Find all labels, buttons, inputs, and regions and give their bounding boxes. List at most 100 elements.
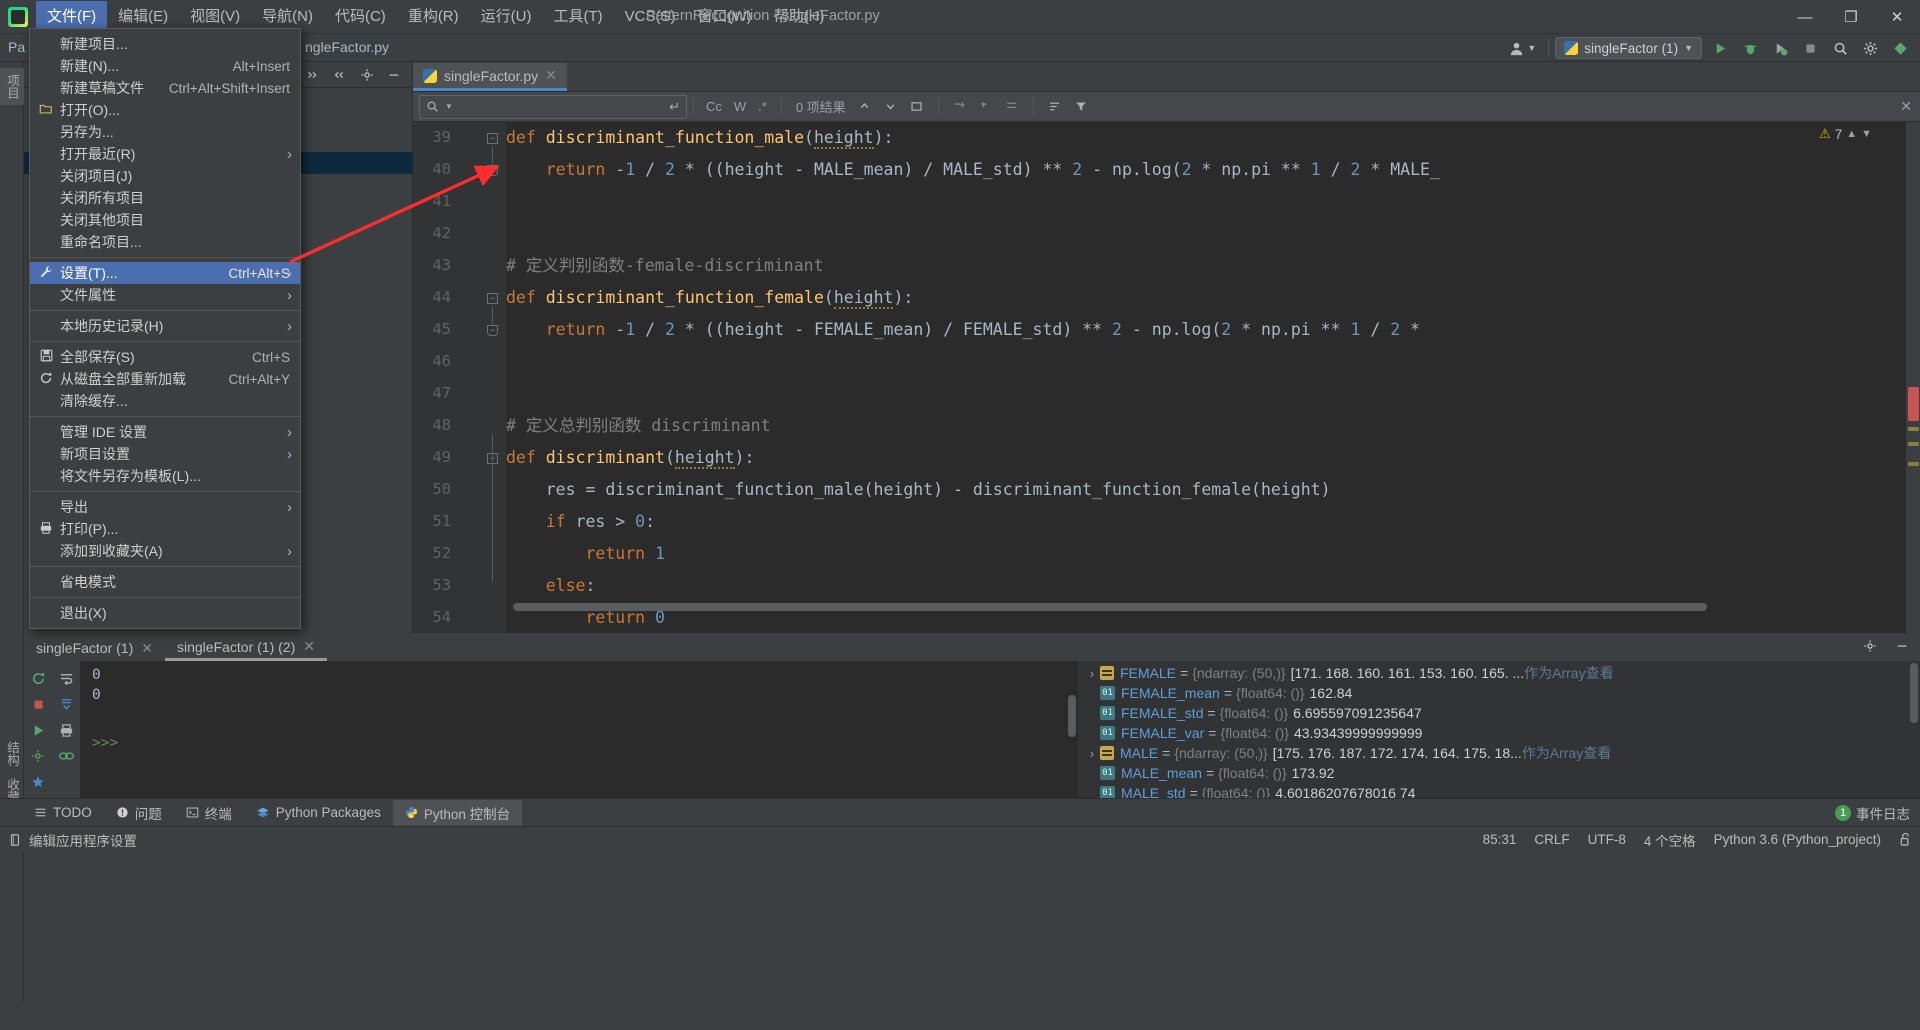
variable-row[interactable]: 01MALE_mean={float64: ()}173.92 [1078, 763, 1920, 783]
minimize-button[interactable]: — [1782, 0, 1828, 34]
file-menu-item-21[interactable]: 新项目设置› [30, 443, 300, 465]
collapse-all-icon[interactable] [328, 64, 352, 86]
variable-row[interactable]: 01FEMALE_var={float64: ()}43.93439999999… [1078, 723, 1920, 743]
chevron-right-icon[interactable]: › [1084, 746, 1100, 761]
console-output[interactable]: 00>>> [80, 661, 1078, 798]
code-line-39[interactable]: def discriminant_function_male(height): [506, 128, 893, 148]
code-line-43[interactable]: # 定义判别函数-female-discriminant [506, 256, 824, 276]
python-interpreter[interactable]: Python 3.6 (Python_project) [1714, 832, 1881, 847]
left-strip-tab-0[interactable]: 项目 [0, 68, 25, 105]
whole-words-toggle[interactable]: W [728, 99, 752, 114]
variable-row[interactable]: 01MALE_std={float64: ()}4.60186207678016… [1078, 783, 1920, 798]
variable-row[interactable]: ›MALE={ndarray: (50,)}[175. 176. 187. 17… [1078, 743, 1920, 763]
code-line-40[interactable]: return -1 / 2 * ((height - MALE_mean) / … [506, 160, 1440, 180]
execute-icon[interactable] [24, 717, 52, 743]
file-menu-item-6[interactable]: 关闭项目(J) [30, 165, 300, 187]
hide-panel-icon[interactable] [382, 64, 406, 86]
debug-icon[interactable] [1738, 37, 1762, 59]
chevron-down-icon[interactable]: ▼ [445, 102, 453, 111]
editor-horizontal-scrollbar[interactable] [513, 603, 1707, 611]
code-line-49[interactable]: def discriminant(height): [506, 448, 754, 468]
chevron-right-icon[interactable]: › [1084, 666, 1100, 681]
variable-row[interactable]: 01FEMALE_mean={float64: ()}162.84 [1078, 683, 1920, 703]
link-consoles-icon[interactable] [52, 743, 80, 769]
close-button[interactable]: ✕ [1874, 0, 1920, 34]
console-tab-0[interactable]: singleFactor (1)✕ [24, 635, 165, 661]
file-menu-item-20[interactable]: 管理 IDE 设置› [30, 421, 300, 443]
scroll-to-end-icon[interactable] [52, 691, 80, 717]
file-menu-item-14[interactable]: 本地历史记录(H)› [30, 315, 300, 337]
regex-toggle[interactable]: .* [752, 99, 773, 114]
close-find-icon[interactable]: ✕ [1900, 98, 1912, 115]
file-menu-item-8[interactable]: 关闭其他项目 [30, 209, 300, 231]
fold-collapse-icon[interactable]: − [487, 293, 498, 304]
lock-open-icon[interactable] [1899, 832, 1912, 847]
variable-row[interactable]: 01FEMALE_std={float64: ()}6.695597091235… [1078, 703, 1920, 723]
line-separator[interactable]: CRLF [1534, 832, 1569, 847]
file-menu-item-28[interactable]: 省电模式 [30, 571, 300, 593]
code-line-48[interactable]: # 定义总判别函数 discriminant [506, 416, 771, 436]
code-line-51[interactable]: if res > 0: [506, 512, 655, 532]
bottom-tab-1[interactable]: 问题 [104, 800, 174, 826]
settings-console-icon[interactable] [24, 743, 52, 769]
soft-wrap-icon[interactable] [52, 665, 80, 691]
warning-stripe-marker[interactable] [1908, 427, 1919, 431]
project-settings-gear-icon[interactable] [355, 64, 379, 86]
find-input[interactable]: ▼ ↵ [419, 95, 687, 119]
file-menu-item-30[interactable]: 退出(X) [30, 602, 300, 624]
new-line-icon[interactable]: ↵ [669, 99, 680, 115]
hide-console-icon[interactable] [1890, 635, 1914, 657]
console-output-scrollbar[interactable] [1068, 695, 1076, 737]
select-all-occurrences-icon[interactable] [904, 95, 930, 119]
bottom-tab-4[interactable]: Python 控制台 [393, 800, 522, 826]
expand-all-icon[interactable] [301, 64, 325, 86]
run-coverage-icon[interactable] [1768, 37, 1792, 59]
code-line-52[interactable]: return 1 [506, 544, 665, 564]
file-menu-dropdown[interactable]: 新建项目...新建(N)...Alt+Insert新建草稿文件Ctrl+Alt+… [29, 28, 301, 629]
file-menu-item-24[interactable]: 导出› [30, 496, 300, 518]
close-icon[interactable]: ✕ [303, 638, 315, 655]
menu-5[interactable]: 重构(R) [397, 1, 470, 33]
stop-console-icon[interactable] [24, 691, 52, 717]
code-line-45[interactable]: return -1 / 2 * ((height - FEMALE_mean) … [506, 320, 1430, 340]
menu-6[interactable]: 运行(U) [470, 1, 543, 33]
file-encoding[interactable]: UTF-8 [1588, 832, 1626, 847]
variable-view-as-array-link[interactable]: 作为Array查看 [1524, 663, 1613, 683]
chevron-up-icon[interactable]: ▲ [1846, 128, 1857, 140]
file-menu-item-16[interactable]: 全部保存(S)Ctrl+S [30, 346, 300, 368]
file-menu-item-18[interactable]: 清除缓存... [30, 390, 300, 412]
file-menu-item-3[interactable]: 打开(O)... [30, 99, 300, 121]
stop-icon[interactable] [1798, 37, 1822, 59]
file-menu-item-17[interactable]: 从磁盘全部重新加载Ctrl+Alt+Y [30, 368, 300, 390]
code-line-54[interactable]: return 0 [506, 608, 665, 628]
variable-row[interactable]: ›FEMALE={ndarray: (50,)}[171. 168. 160. … [1078, 663, 1920, 683]
code-line-44[interactable]: def discriminant_function_female(height)… [506, 288, 913, 308]
warning-stripe-marker[interactable] [1908, 462, 1919, 466]
code-line-50[interactable]: res = discriminant_function_male(height)… [506, 480, 1331, 500]
plugin-icon[interactable] [1888, 37, 1912, 59]
print-console-icon[interactable] [52, 717, 80, 743]
search-everywhere-icon[interactable] [1828, 37, 1852, 59]
user-account-button[interactable]: ▼ [1503, 41, 1542, 56]
bottom-tab-0[interactable]: TODO [22, 802, 104, 823]
file-menu-item-4[interactable]: 另存为... [30, 121, 300, 143]
caret-position[interactable]: 85:31 [1483, 832, 1517, 847]
chevron-down-icon[interactable]: ▼ [1861, 128, 1872, 140]
error-stripe-marker[interactable] [1908, 387, 1919, 421]
indent-setting[interactable]: 4 个空格 [1644, 830, 1696, 850]
file-menu-item-12[interactable]: 文件属性› [30, 284, 300, 306]
code-line-53[interactable]: else: [506, 576, 595, 596]
run-configuration-selector[interactable]: singleFactor (1) ▼ [1555, 37, 1702, 59]
find-next-icon[interactable] [878, 95, 904, 119]
code-content[interactable]: def discriminant_function_male(height): … [506, 122, 1920, 633]
settings-gear-icon[interactable] [1858, 37, 1882, 59]
breadcrumb-root[interactable]: Pa [8, 39, 25, 55]
variable-view-as-array-link[interactable]: 作为Array查看 [1522, 743, 1611, 763]
close-icon[interactable]: ✕ [545, 67, 557, 84]
inspection-warnings-badge[interactable]: ⚠ 7 ▲ ▼ [1819, 126, 1872, 142]
console-tab-1[interactable]: singleFactor (1) (2)✕ [165, 635, 327, 661]
variables-scrollbar[interactable] [1910, 663, 1918, 723]
file-menu-item-26[interactable]: 添加到收藏夹(A)› [30, 540, 300, 562]
find-previous-icon[interactable] [852, 95, 878, 119]
maximize-button[interactable]: ❐ [1828, 0, 1874, 34]
